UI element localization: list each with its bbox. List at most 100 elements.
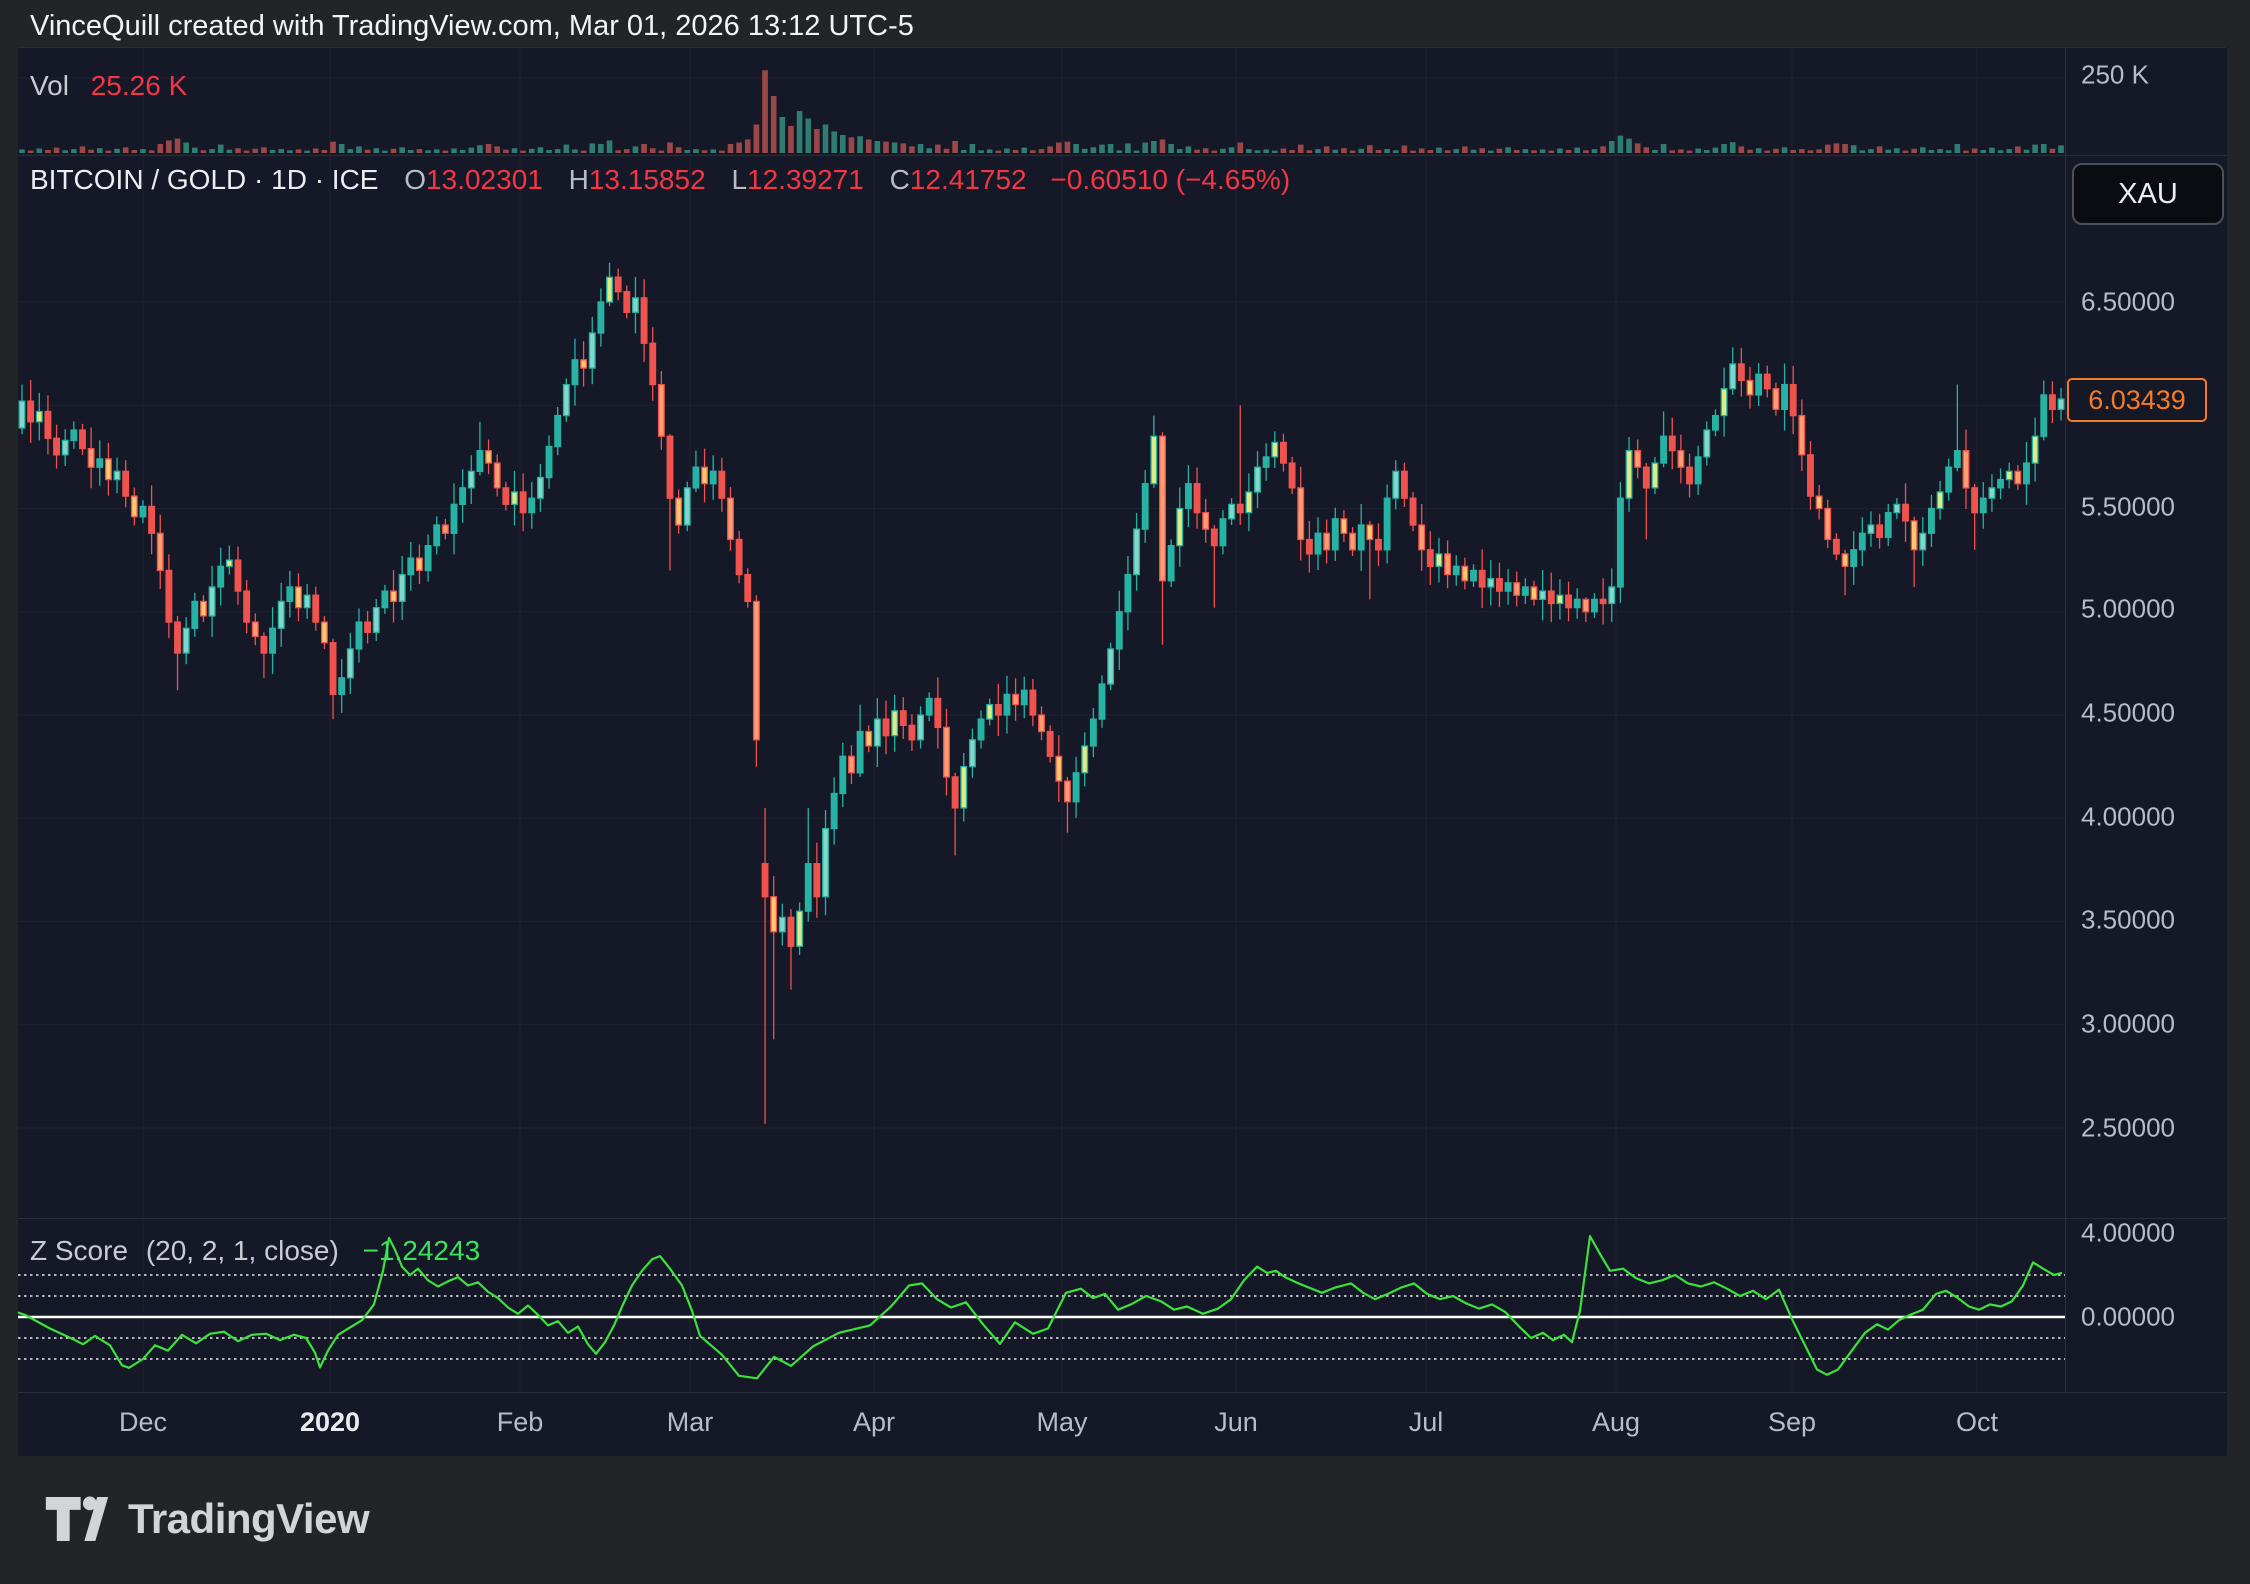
volume-bar xyxy=(1428,150,1434,153)
volume-bar xyxy=(1644,147,1650,153)
candle-body xyxy=(1384,498,1390,550)
time-axis-label-mar[interactable]: Mar xyxy=(667,1407,714,1438)
time-axis-label-aug[interactable]: Aug xyxy=(1592,1407,1640,1438)
volume-bar xyxy=(1108,144,1114,153)
candle-body xyxy=(1350,533,1356,550)
volume-legend[interactable]: Vol 25.26 K xyxy=(30,70,187,102)
candle-body xyxy=(1782,385,1788,410)
time-axis-label-may[interactable]: May xyxy=(1036,1407,1087,1438)
volume-bar xyxy=(1764,151,1770,153)
time-axis-label-2020[interactable]: 2020 xyxy=(300,1407,360,1438)
volume-bar xyxy=(538,147,544,153)
time-axis[interactable]: Dec 2020 Feb Mar Apr May Jun Jul Aug Sep Oct xyxy=(18,1392,2226,1457)
time-axis-label-apr[interactable]: Apr xyxy=(853,1407,895,1438)
volume-bar xyxy=(710,149,716,153)
volume-pane[interactable] xyxy=(18,47,2065,155)
candle-body xyxy=(1246,492,1252,513)
candle-body xyxy=(1030,690,1036,715)
time-axis-label-oct[interactable]: Oct xyxy=(1956,1407,1998,1438)
symbol-legend[interactable]: BITCOIN / GOLD · 1D · ICE O13.02301 H13.… xyxy=(30,164,1290,196)
volume-bar xyxy=(1652,150,1658,153)
candle-body xyxy=(805,864,811,911)
volume-bar xyxy=(581,151,587,153)
axis-tick-label: 5.50000 xyxy=(2081,492,2175,523)
volume-bar xyxy=(494,146,500,153)
pane-separator-volume-main[interactable] xyxy=(18,155,2226,156)
candle-body xyxy=(149,506,155,533)
candle-body xyxy=(909,725,915,739)
candle-body xyxy=(2024,463,2030,484)
volume-bar xyxy=(417,149,423,153)
zscore-legend[interactable]: Z Score (20, 2, 1, close) −1.24243 xyxy=(30,1235,480,1267)
candle-body xyxy=(589,333,595,368)
candle-body xyxy=(1669,436,1675,450)
volume-legend-label: Vol xyxy=(30,70,69,101)
volume-bar xyxy=(71,149,77,153)
candle-body xyxy=(1972,488,1978,513)
time-axis-label-sep[interactable]: Sep xyxy=(1768,1407,1816,1438)
volume-bar xyxy=(1315,149,1321,153)
candle-body xyxy=(633,298,639,312)
volume-bar xyxy=(443,151,449,153)
volume-bar xyxy=(1419,149,1425,154)
volume-bar xyxy=(1523,149,1529,153)
candle-body xyxy=(710,471,716,483)
volume-bar xyxy=(1384,149,1390,153)
volume-bar xyxy=(451,149,457,154)
candle-body xyxy=(391,591,397,601)
time-axis-label-feb[interactable]: Feb xyxy=(497,1407,544,1438)
candle-body xyxy=(1220,519,1226,546)
volume-bar xyxy=(1255,150,1261,153)
candle-body xyxy=(684,488,690,525)
volume-bar xyxy=(589,143,595,153)
candle-body xyxy=(373,608,379,633)
volume-bar xyxy=(624,149,630,153)
quote-currency-badge[interactable]: XAU xyxy=(2072,163,2224,225)
candlestick-pane[interactable] xyxy=(18,155,2065,1218)
volume-bar xyxy=(1116,150,1122,153)
volume-bar xyxy=(1799,149,1805,153)
volume-bar xyxy=(1825,145,1831,153)
volume-bar xyxy=(1963,151,1969,153)
footer-strip: TradingView xyxy=(0,1456,2250,1584)
volume-bar xyxy=(382,151,388,153)
volume-bar xyxy=(1816,149,1822,153)
tradingview-brand[interactable]: TradingView xyxy=(44,1490,369,1548)
candle-body xyxy=(1358,525,1364,550)
candle-body xyxy=(434,525,440,546)
pane-separator-main-zscore[interactable] xyxy=(18,1218,2226,1219)
candle-body xyxy=(2032,436,2038,463)
candle-body xyxy=(883,719,889,736)
candle-body xyxy=(1047,732,1053,757)
candle-body xyxy=(54,438,60,455)
volume-bar xyxy=(252,149,258,153)
volume-bar xyxy=(1376,150,1382,153)
time-axis-label-dec[interactable]: Dec xyxy=(119,1407,167,1438)
candle-body xyxy=(1479,570,1485,587)
candle-body xyxy=(1367,525,1373,539)
candle-body xyxy=(123,471,129,496)
volume-bar xyxy=(1557,149,1563,154)
volume-bar xyxy=(788,126,794,153)
candle-body xyxy=(780,917,786,931)
volume-bar xyxy=(322,150,328,153)
volume-bar xyxy=(1842,144,1848,153)
candle-body xyxy=(866,732,872,746)
volume-bar xyxy=(754,125,760,154)
candle-body xyxy=(1263,457,1269,467)
time-axis-label-jun[interactable]: Jun xyxy=(1214,1407,1258,1438)
volume-bar xyxy=(2041,144,2047,153)
candle-body xyxy=(935,698,941,727)
time-axis-label-jul[interactable]: Jul xyxy=(1409,1407,1444,1438)
candle-body xyxy=(572,360,578,385)
volume-bar xyxy=(434,149,440,153)
zscore-params: (20, 2, 1, close) xyxy=(146,1235,339,1266)
candle-body xyxy=(296,587,302,608)
volume-bar xyxy=(1661,144,1667,153)
candle-body xyxy=(36,411,42,421)
volume-bar xyxy=(54,148,60,153)
axis-tick-label: 5.00000 xyxy=(2081,594,2175,625)
candle-body xyxy=(1842,554,1848,566)
volume-bar xyxy=(1808,150,1814,153)
candle-body xyxy=(1021,690,1027,704)
